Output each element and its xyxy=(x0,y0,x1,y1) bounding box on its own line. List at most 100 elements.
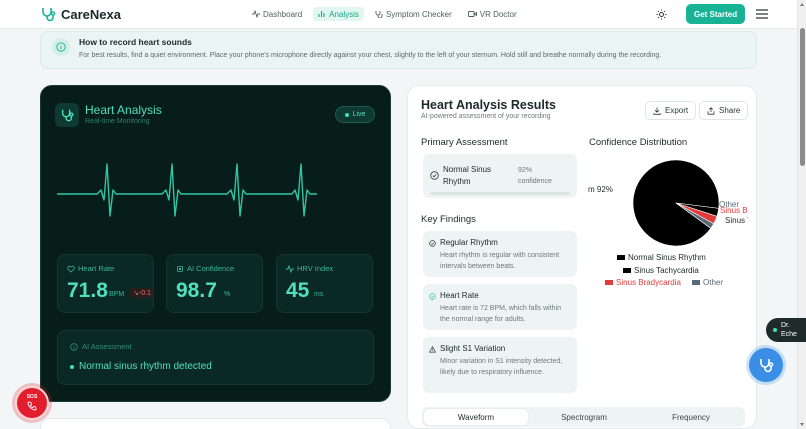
finding-title: Slight S1 Variation xyxy=(440,344,506,353)
heart-rate-value: 71.8 xyxy=(67,279,108,302)
nav-vr-doctor-label: VR Doctor xyxy=(479,9,517,19)
activity-icon xyxy=(252,10,260,18)
assistant-status-pill[interactable]: Dr. Eche xyxy=(766,318,806,342)
nav-dashboard[interactable]: Dashboard xyxy=(247,7,307,21)
finding-body: Heart rhythm is regular with consistent … xyxy=(440,252,560,270)
stethoscope-icon xyxy=(55,103,79,127)
legend-swatch xyxy=(605,280,613,285)
tab-spectrogram[interactable]: Spectrogram xyxy=(532,409,636,425)
pie-label-normal: m 92% xyxy=(588,185,613,194)
ai-confidence-value: 98.7 xyxy=(176,279,217,302)
cpu-icon xyxy=(177,265,183,272)
ai-confidence-stat: AI Confidence 98.7 % xyxy=(166,254,263,313)
confidence-progress-bar xyxy=(430,192,570,195)
theme-toggle-sun-icon[interactable] xyxy=(652,5,670,23)
activity-icon xyxy=(286,264,294,273)
assistant-name: Dr. Eche xyxy=(781,322,797,338)
finding-check-icon xyxy=(429,293,436,300)
analysis-results-card: Heart Analysis Results AI-powered assess… xyxy=(407,85,757,429)
results-title: Heart Analysis Results xyxy=(421,98,557,112)
ecg-waveform xyxy=(57,163,317,217)
scroll-down-arrow-icon[interactable] xyxy=(800,423,804,426)
finding-body: Minor variation in S1 intensity detected… xyxy=(440,358,563,376)
info-icon xyxy=(52,38,70,56)
key-findings-heading: Key Findings xyxy=(421,214,476,225)
video-icon xyxy=(467,11,477,17)
heart-rate-stat: Heart Rate 71.8 BPM ↘-0.1 xyxy=(57,254,154,313)
nav-symptom-checker[interactable]: Symptom Checker xyxy=(370,7,457,21)
brand-logo[interactable]: CareNexa xyxy=(40,6,121,22)
stethoscope-icon xyxy=(760,359,774,373)
scrollbar-thumb[interactable] xyxy=(800,28,805,166)
scroll-up-arrow-icon[interactable] xyxy=(800,3,804,6)
legend-item-normal: Normal Sinus Rhythm xyxy=(617,253,706,262)
primary-confidence-label: confidence xyxy=(518,178,552,185)
finding-body: Heart rate is 72 BPM, which falls within… xyxy=(440,305,561,323)
stethoscope-icon xyxy=(42,8,56,22)
top-navbar: CareNexa Dashboard Analysis Symptom Chec… xyxy=(0,0,797,29)
bar-chart-icon xyxy=(318,11,325,17)
next-card-peek xyxy=(40,418,391,429)
heart-icon xyxy=(67,265,75,273)
assistant-fab-button[interactable] xyxy=(749,348,783,382)
live-indicator-dot xyxy=(344,112,349,117)
pie-label-bradycardia: Sinus B xyxy=(720,206,748,215)
nav-analysis[interactable]: Analysis xyxy=(313,7,364,21)
primary-assessment-name: Normal Sinus Rhythm xyxy=(443,165,492,186)
legend-swatch xyxy=(623,268,631,273)
confidence-pie-chart: m 92% Other Sinus B Sinus T xyxy=(588,159,748,247)
tab-frequency[interactable]: Frequency xyxy=(639,409,743,425)
finding-title: Regular Rhythm xyxy=(440,238,498,247)
heart-rate-unit: BPM xyxy=(109,291,125,298)
brand-name: CareNexa xyxy=(61,6,121,22)
live-label: Live xyxy=(352,111,366,118)
hrv-index-stat: HRV Index 45 ms xyxy=(276,254,373,313)
tip-body: For best results, find a quiet environme… xyxy=(79,52,662,59)
legend-swatch xyxy=(617,255,625,260)
online-dot xyxy=(773,328,777,332)
download-icon xyxy=(653,107,661,115)
tab-waveform[interactable]: Waveform xyxy=(424,409,528,425)
visualization-tabs: Waveform Spectrogram Frequency xyxy=(422,407,745,427)
ai-assessment-panel: AI Assessment Normal sinus rhythm detect… xyxy=(57,330,374,385)
hamburger-menu-icon[interactable] xyxy=(755,7,769,21)
check-circle-icon xyxy=(430,171,439,180)
nav-analysis-label: Analysis xyxy=(329,9,359,19)
ai-confidence-label: AI Confidence xyxy=(176,264,234,273)
finding-title: Heart Rate xyxy=(440,291,479,300)
export-button[interactable]: Export xyxy=(645,101,697,120)
share-button[interactable]: Share xyxy=(699,101,749,120)
warning-icon xyxy=(429,346,436,353)
finding-check-icon xyxy=(429,240,436,247)
ai-assessment-result: Normal sinus rhythm detected xyxy=(70,361,212,372)
primary-confidence: 92% confidence xyxy=(518,165,552,187)
finding-s1-variation: Slight S1 Variation Minor variation in S… xyxy=(423,337,577,393)
heart-monitor-card: Heart Analysis Real-time Monitoring Live… xyxy=(40,85,391,402)
ai-assessment-label: AI Assessment xyxy=(70,342,132,351)
tip-title: How to record heart sounds xyxy=(79,37,192,47)
share-icon xyxy=(707,106,715,115)
ai-confidence-unit: % xyxy=(224,291,231,298)
recording-tip-banner: How to record heart sounds For best resu… xyxy=(40,31,757,69)
hrv-index-label: HRV Index xyxy=(286,264,333,273)
sos-button[interactable]: SOS xyxy=(15,386,49,420)
nav-vr-doctor[interactable]: VR Doctor xyxy=(463,7,522,21)
legend-item-other: Other xyxy=(692,278,723,287)
heart-rate-label: Heart Rate xyxy=(67,264,114,273)
sos-label: SOS xyxy=(26,394,38,400)
page-scrollbar[interactable] xyxy=(797,0,806,429)
primary-confidence-value: 92% xyxy=(518,167,533,174)
hrv-index-value: 45 xyxy=(286,279,310,302)
heart-rate-delta: ↘-0.1 xyxy=(130,288,154,298)
nav-actions: Get Started xyxy=(652,4,769,24)
get-started-button[interactable]: Get Started xyxy=(686,4,746,24)
hrv-index-unit: ms xyxy=(314,291,324,298)
monitor-title: Heart Analysis xyxy=(85,103,162,117)
status-dot xyxy=(70,364,74,369)
finding-heart-rate: Heart Rate Heart rate is 72 BPM, which f… xyxy=(423,284,577,330)
primary-assessment-heading: Primary Assessment xyxy=(421,137,508,148)
legend-swatch xyxy=(692,280,700,285)
legend-item-bradycardia: Sinus Bradycardia xyxy=(605,278,681,287)
stethoscope-small-icon xyxy=(375,11,383,18)
finding-regular-rhythm: Regular Rhythm Heart rhythm is regular w… xyxy=(423,231,577,277)
